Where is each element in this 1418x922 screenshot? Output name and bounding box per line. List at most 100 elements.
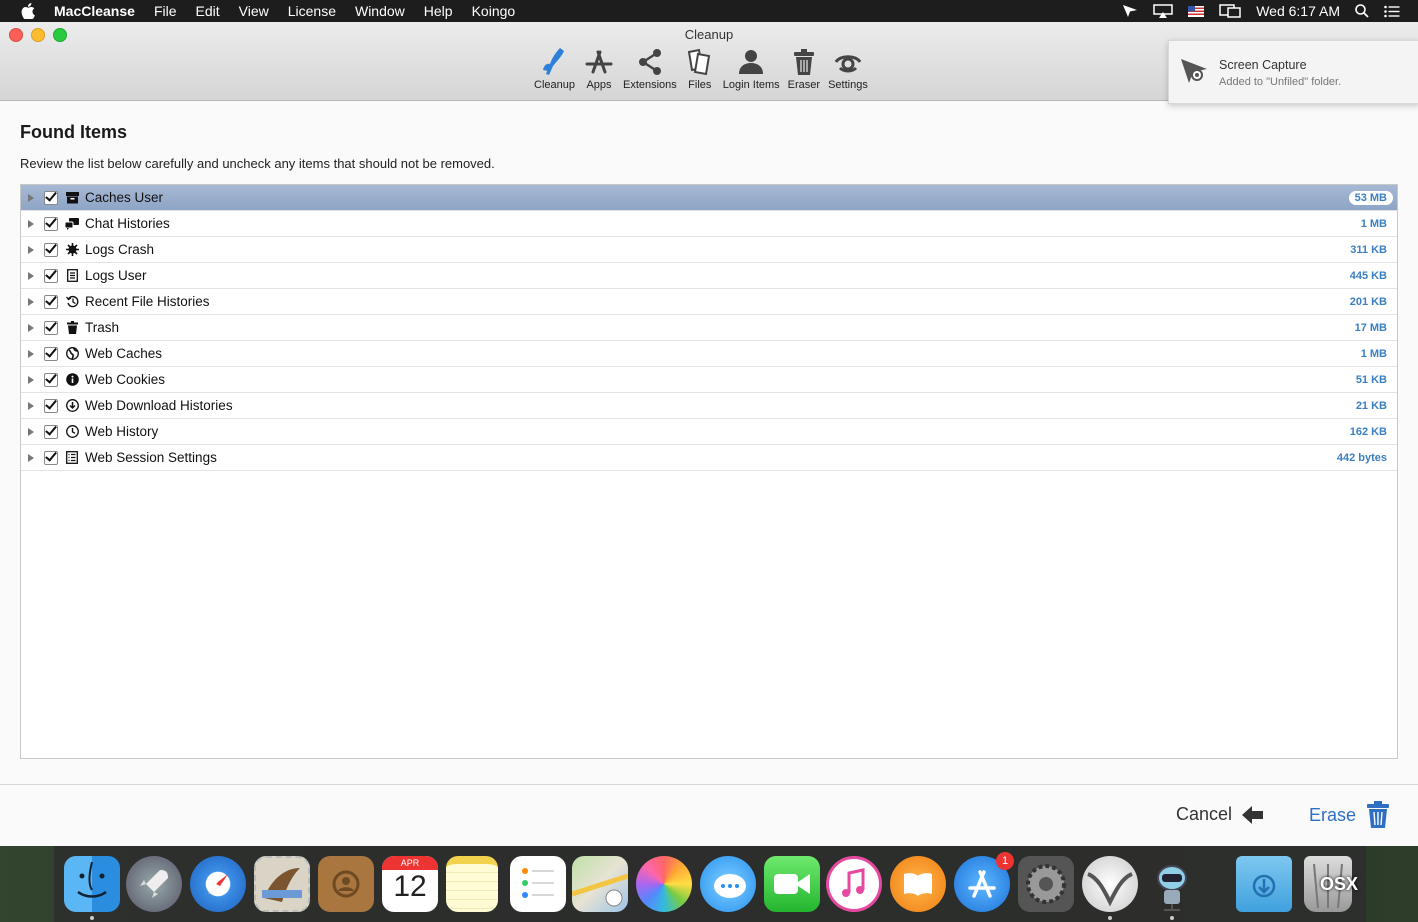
list-item-web-download-histories[interactable]: Web Download Histories 21 KB — [21, 393, 1397, 419]
finder-icon[interactable] — [64, 856, 120, 912]
spotlight-search-icon[interactable] — [1355, 4, 1369, 18]
menu-help[interactable]: Help — [424, 3, 453, 19]
calendar-icon[interactable]: APR 12 — [382, 856, 438, 912]
mail-icon[interactable] — [254, 856, 310, 912]
page-title: Found Items — [20, 122, 127, 142]
menu-koingo[interactable]: Koingo — [472, 3, 516, 19]
safari-icon[interactable] — [190, 856, 246, 912]
disclosure-triangle-icon[interactable] — [28, 427, 34, 436]
launchpad-icon[interactable] — [126, 856, 182, 912]
history-icon — [65, 295, 79, 309]
toolbar-cleanup-label: Cleanup — [534, 79, 575, 91]
toolbar-apps-label: Apps — [586, 79, 612, 91]
disclosure-triangle-icon[interactable] — [28, 375, 34, 384]
item-checkbox[interactable] — [44, 216, 58, 231]
osx-watermark: OSX — [1320, 874, 1359, 894]
disclosure-triangle-icon[interactable] — [28, 453, 34, 462]
disclosure-triangle-icon[interactable] — [28, 323, 34, 332]
reminders-icon[interactable] — [510, 856, 566, 912]
menu-edit[interactable]: Edit — [196, 3, 220, 19]
list-item-web-caches[interactable]: Web Caches 1 MB — [21, 341, 1397, 367]
disclosure-triangle-icon[interactable] — [28, 245, 34, 254]
list-item-web-session-settings[interactable]: Web Session Settings 442 bytes — [21, 445, 1397, 471]
trash-dock-icon[interactable]: OSX — [1304, 856, 1358, 912]
list-item-web-history[interactable]: Web History 162 KB — [21, 419, 1397, 445]
notification-banner[interactable]: Screen Capture Added to "Unfiled" folder… — [1168, 40, 1418, 104]
disclosure-triangle-icon[interactable] — [28, 193, 34, 202]
flag-icon[interactable] — [1188, 5, 1205, 17]
itunes-icon[interactable] — [826, 856, 882, 912]
item-size: 53 MB — [1348, 190, 1393, 205]
menu-bar: MacCleanse File Edit View License Window… — [0, 0, 1418, 22]
contacts-icon[interactable] — [318, 856, 374, 912]
list-item-caches-user[interactable]: Caches User 53 MB — [21, 185, 1397, 211]
erase-label: Erase — [1309, 804, 1357, 825]
disclosure-triangle-icon[interactable] — [28, 401, 34, 410]
disclosure-triangle-icon[interactable] — [28, 349, 34, 358]
facetime-icon[interactable] — [764, 856, 820, 912]
menu-file[interactable]: File — [154, 3, 177, 19]
disclosure-triangle-icon[interactable] — [28, 297, 34, 306]
photos-icon[interactable] — [636, 856, 692, 912]
menu-window[interactable]: Window — [355, 3, 405, 19]
clock-text[interactable]: Wed 6:17 AM — [1256, 3, 1340, 19]
back-arrow-icon — [1242, 805, 1264, 824]
archive-icon — [65, 191, 79, 205]
item-checkbox[interactable] — [44, 320, 58, 335]
location-arrow-icon[interactable] — [1122, 4, 1138, 18]
apps-icon — [585, 50, 613, 74]
item-checkbox[interactable] — [44, 268, 58, 283]
list-item-recent-file-histories[interactable]: Recent File Histories 201 KB — [21, 289, 1397, 315]
robot-assistant-icon[interactable] — [1144, 856, 1200, 912]
maps-icon[interactable] — [571, 856, 629, 912]
messages-icon[interactable] — [700, 856, 756, 912]
item-checkbox[interactable] — [44, 450, 58, 465]
toolbar-files-button[interactable]: Files — [681, 46, 719, 91]
disclosure-triangle-icon[interactable] — [28, 219, 34, 228]
list-icon — [65, 451, 79, 465]
broom-icon — [543, 48, 565, 75]
list-item-logs-user[interactable]: Logs User 445 KB — [21, 263, 1397, 289]
maccleanse-icon[interactable] — [1082, 856, 1138, 912]
item-size: 17 MB — [1354, 321, 1387, 334]
menu-view[interactable]: View — [239, 3, 269, 19]
list-item-web-cookies[interactable]: Web Cookies 51 KB — [21, 367, 1397, 393]
list-item-trash[interactable]: Trash 17 MB — [21, 315, 1397, 341]
item-checkbox[interactable] — [44, 190, 58, 205]
list-item-logs-crash[interactable]: Logs Crash 311 KB — [21, 237, 1397, 263]
ibooks-icon[interactable] — [890, 856, 946, 912]
files-icon — [687, 48, 710, 76]
item-checkbox[interactable] — [44, 294, 58, 309]
menu-license[interactable]: License — [288, 3, 336, 19]
app-menu[interactable]: MacCleanse — [54, 3, 135, 19]
cancel-label: Cancel — [1176, 804, 1233, 824]
app-store-icon[interactable]: 1 — [954, 852, 1014, 912]
apple-menu-icon[interactable] — [20, 3, 36, 19]
toolbar-login-items-button[interactable]: Login Items — [719, 46, 784, 91]
toolbar-settings-button[interactable]: Settings — [824, 46, 872, 91]
item-checkbox[interactable] — [44, 424, 58, 439]
toolbar-extensions-button[interactable]: Extensions — [619, 46, 681, 91]
display-mirror-icon[interactable] — [1219, 4, 1241, 18]
item-checkbox[interactable] — [44, 346, 58, 361]
list-item-chat-histories[interactable]: Chat Histories 1 MB — [21, 211, 1397, 237]
toolbar-files-label: Files — [688, 79, 712, 91]
item-size: 311 KB — [1350, 243, 1387, 256]
item-checkbox[interactable] — [44, 398, 58, 413]
chat-icon — [65, 217, 79, 231]
toolbar-apps-button[interactable]: Apps — [579, 46, 619, 91]
share-icon — [638, 49, 661, 75]
cancel-button[interactable]: Cancel — [1176, 804, 1264, 825]
notification-body: Added to "Unfiled" folder. — [1219, 76, 1342, 88]
notification-center-icon[interactable] — [1384, 5, 1400, 18]
toolbar-cleanup-button[interactable]: Cleanup — [530, 46, 579, 91]
notes-icon[interactable] — [446, 856, 498, 912]
toolbar-eraser-button[interactable]: Eraser — [784, 46, 824, 91]
system-preferences-icon[interactable] — [1018, 856, 1074, 912]
airplay-icon[interactable] — [1153, 4, 1173, 18]
item-checkbox[interactable] — [44, 372, 58, 387]
disclosure-triangle-icon[interactable] — [28, 271, 34, 280]
erase-button[interactable]: Erase — [1309, 800, 1390, 830]
downloads-folder-icon[interactable] — [1236, 856, 1292, 912]
item-checkbox[interactable] — [44, 242, 58, 257]
